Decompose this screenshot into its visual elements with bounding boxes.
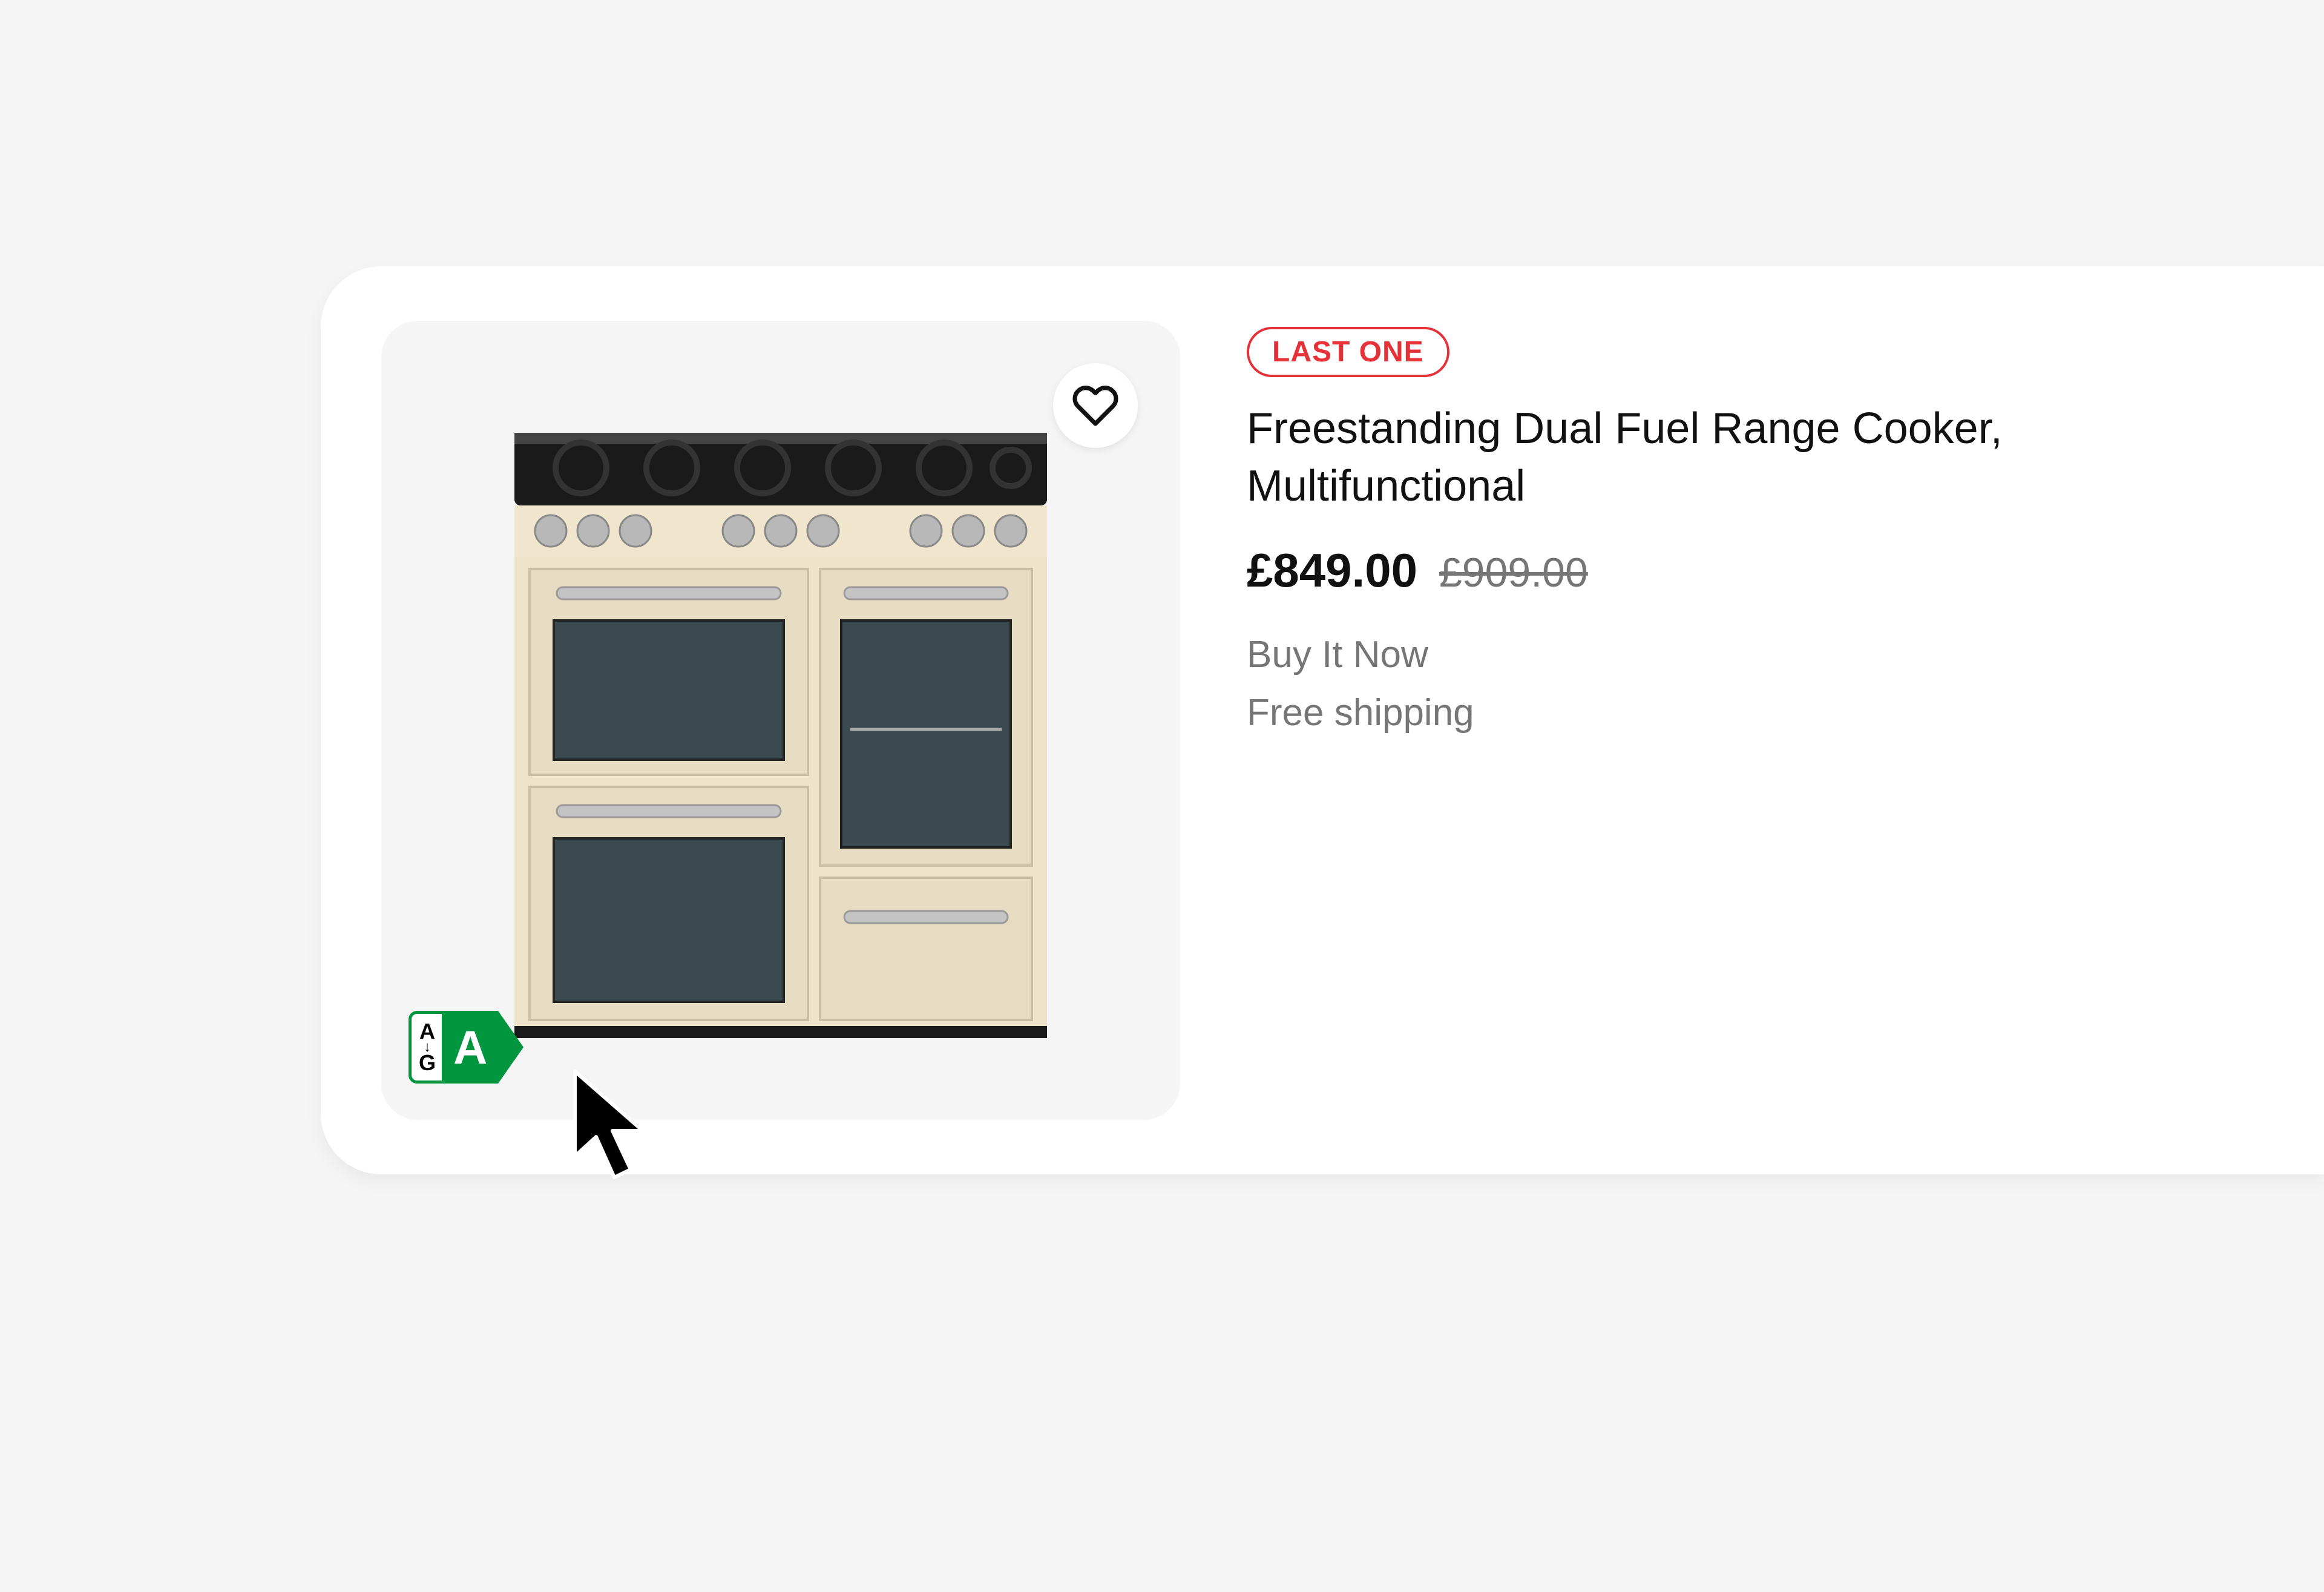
product-title[interactable]: Freestanding Dual Fuel Range Cooker, Mul…	[1247, 400, 2034, 515]
favorite-button[interactable]	[1053, 363, 1138, 448]
product-image-container[interactable]: A ↓ G A	[381, 321, 1180, 1120]
product-details: LAST ONE Freestanding Dual Fuel Range Co…	[1247, 321, 2034, 742]
current-price: £849.00	[1247, 543, 1417, 598]
buy-type: Buy It Now	[1247, 626, 2034, 684]
shipping-info: Free shipping	[1247, 684, 2034, 742]
stock-badge: LAST ONE	[1247, 327, 1449, 377]
price-row: £849.00 £909.00	[1247, 543, 2034, 598]
energy-scale-bottom: G	[419, 1052, 436, 1074]
product-card: A ↓ G A LAST ONE Freestanding Dual Fuel …	[321, 266, 2324, 1174]
energy-scale: A ↓ G	[409, 1011, 445, 1084]
heart-icon	[1072, 382, 1119, 429]
energy-label[interactable]: A ↓ G A	[409, 1011, 498, 1084]
product-image	[502, 421, 1059, 1038]
original-price: £909.00	[1439, 549, 1588, 596]
energy-grade: A	[445, 1011, 498, 1084]
